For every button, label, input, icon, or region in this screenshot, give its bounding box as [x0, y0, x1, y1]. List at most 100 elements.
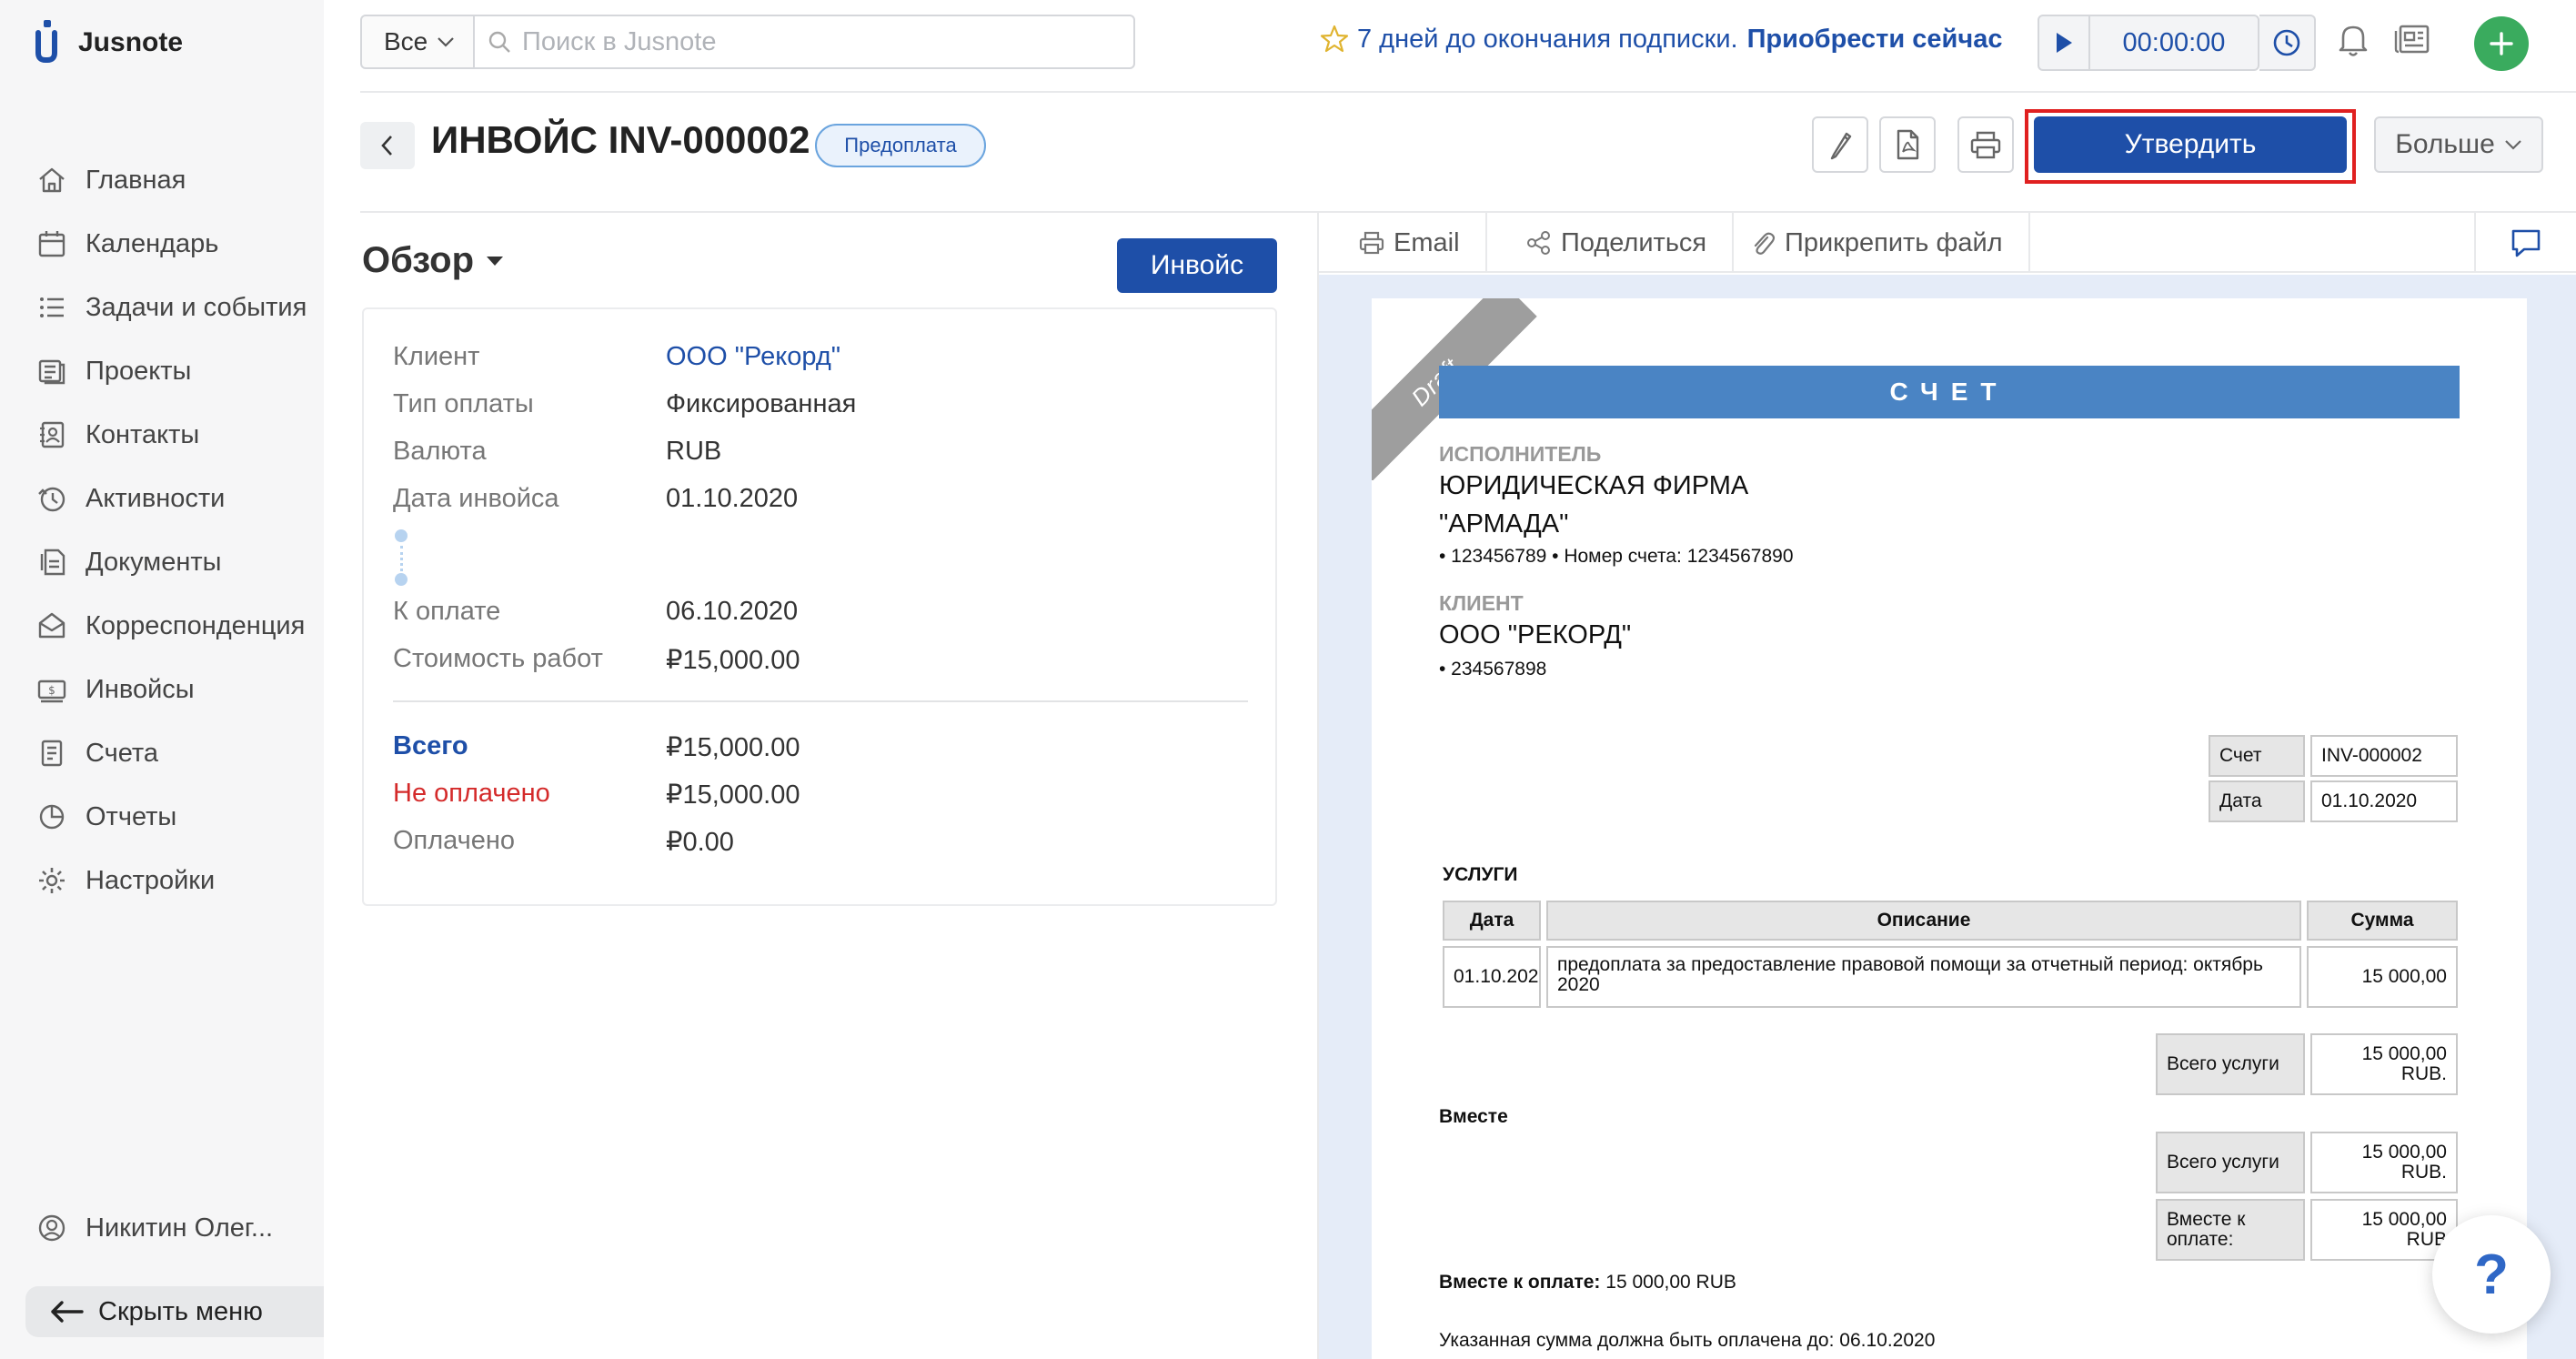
executor-name-2: "АРМАДА"	[1439, 509, 1569, 539]
services-total-value: 15 000,00 RUB.	[2310, 1033, 2458, 1095]
search-box[interactable]	[473, 15, 1135, 69]
divider	[360, 91, 2576, 93]
plus-icon	[2490, 32, 2513, 55]
meta-value: INV-000002	[2310, 735, 2458, 777]
field-value: RUB	[666, 437, 722, 466]
sidebar-item-reports[interactable]: Отчеты	[33, 791, 324, 842]
meta-label: Дата	[2209, 780, 2305, 822]
more-button[interactable]: Больше	[2374, 116, 2543, 173]
sidebar-item-home[interactable]: Главная	[33, 155, 324, 206]
field-value: 06.10.2020	[666, 597, 799, 626]
client-link[interactable]: ООО "Рекорд"	[666, 342, 840, 372]
client-label: КЛИЕНТ	[1439, 591, 1524, 615]
field-label: К оплате	[393, 597, 501, 626]
invoices-icon: $	[33, 670, 71, 709]
subscription-notice: 7 дней до окончания подписки. Приобрести…	[1319, 24, 2002, 55]
search-icon	[488, 31, 510, 53]
executor-label: ИСПОЛНИТЕЛЬ	[1439, 442, 1602, 466]
sidebar-item-calendar[interactable]: Календарь	[33, 218, 324, 269]
hide-menu-button[interactable]: Скрыть меню	[25, 1286, 324, 1337]
sidebar-item-settings[interactable]: Настройки	[33, 855, 324, 906]
chevron-left-icon	[381, 136, 392, 156]
sidebar-item-activity[interactable]: Активности	[33, 473, 324, 524]
sidebar-item-label: Документы	[86, 547, 222, 577]
bills-icon	[33, 734, 71, 772]
search-input[interactable]	[522, 26, 1104, 57]
calendar-icon	[33, 225, 71, 263]
sidebar-item-label: Корреспонденция	[86, 610, 306, 640]
approve-button[interactable]: Утвердить	[2034, 116, 2347, 173]
sidebar-item-label: Инвойсы	[86, 674, 195, 704]
table-cell-amount: 15 000,00	[2307, 946, 2458, 1008]
overview-title: Обзор	[362, 240, 475, 280]
table-cell-date: 01.10.2020	[1443, 946, 1541, 1008]
paid-label: Оплачено	[393, 826, 516, 855]
printer-icon	[1359, 231, 1384, 255]
email-tab[interactable]: Email	[1333, 213, 1487, 273]
table-header: Сумма	[2307, 901, 2458, 941]
share-tab[interactable]: Поделиться	[1501, 213, 1735, 273]
field-label: Тип оплаты	[393, 389, 534, 418]
help-button[interactable]: ?	[2432, 1215, 2551, 1334]
overview-dropdown[interactable]: Обзор	[362, 240, 505, 281]
play-icon	[2057, 33, 2072, 53]
more-label: Больше	[2395, 129, 2495, 159]
sidebar-item-invoices[interactable]: $ Инвойсы	[33, 664, 324, 715]
buy-now-link[interactable]: Приобрести сейчас	[1747, 25, 2003, 55]
sidebar-item-documents[interactable]: Документы	[33, 537, 324, 588]
app-logo[interactable]: Jusnote	[35, 20, 183, 65]
arrow-left-icon	[51, 1301, 84, 1323]
status-badge: Предоплата	[815, 124, 986, 167]
sidebar-item-projects[interactable]: Проекты	[33, 346, 324, 397]
sidebar-item-label: Настройки	[86, 865, 216, 895]
timer-history-button[interactable]	[2259, 15, 2316, 71]
services-label: УСЛУГИ	[1443, 864, 1518, 885]
comments-button[interactable]	[2474, 213, 2576, 273]
back-button[interactable]	[360, 122, 415, 169]
export-pdf-button[interactable]	[1879, 116, 1936, 173]
document-heading: СЧЕТ	[1439, 366, 2460, 418]
paid-value: ₽0.00	[666, 828, 734, 857]
subscription-text: 7 дней до окончания подписки.	[1357, 24, 1738, 54]
attach-file-tab[interactable]: Прикрепить файл	[1725, 213, 2030, 273]
unpaid-value: ₽15,000.00	[666, 780, 800, 810]
tab-label: Поделиться	[1561, 227, 1707, 257]
tab-label: Прикрепить файл	[1785, 227, 2003, 257]
sidebar-item-tasks[interactable]: Задачи и события	[33, 282, 324, 333]
executor-name: ЮРИДИЧЕСКАЯ ФИРМА	[1439, 471, 1749, 500]
table-cell-description: предоплата за предоставление правовой по…	[1546, 946, 2301, 1008]
field-label: Валюта	[393, 437, 487, 466]
jusnote-logo-icon	[35, 20, 57, 63]
news-button[interactable]	[2392, 18, 2434, 60]
sidebar-item-bills[interactable]: Счета	[33, 728, 324, 779]
services-total-label: Всего услуги	[2156, 1033, 2305, 1095]
comment-icon	[2511, 229, 2541, 257]
notifications-button[interactable]	[2332, 18, 2374, 60]
timeline-line	[400, 546, 403, 571]
invoice-button[interactable]: Инвойс	[1117, 238, 1277, 293]
edit-button[interactable]	[1812, 116, 1868, 173]
timeline-dot	[395, 529, 408, 542]
pdf-icon	[1897, 129, 1919, 160]
sidebar-item-label: Проекты	[86, 356, 192, 386]
sidebar-item-contacts[interactable]: Контакты	[33, 409, 324, 460]
bell-icon	[2339, 25, 2368, 56]
printer-icon	[1970, 131, 2001, 159]
field-label: Стоимость работ	[393, 644, 603, 673]
sidebar-item-correspondence[interactable]: Корреспонденция	[33, 600, 324, 651]
print-button[interactable]	[1957, 116, 2014, 173]
history-clock-icon	[2273, 29, 2300, 56]
paperclip-icon	[1754, 232, 1776, 255]
add-button[interactable]	[2474, 16, 2529, 71]
due-line: Вместе к оплате: 15 000,00 RUB	[1439, 1272, 1736, 1294]
search-scope-select[interactable]: Все	[360, 15, 475, 69]
client-details: • 234567898	[1439, 659, 1547, 680]
field-value: 01.10.2020	[666, 484, 799, 513]
settings-icon	[33, 861, 71, 900]
reports-icon	[33, 798, 71, 836]
sidebar-item-label: Главная	[86, 165, 186, 195]
executor-details: • 123456789 • Номер счета: 1234567890	[1439, 546, 1794, 567]
sidebar-item-label: Задачи и события	[86, 292, 307, 322]
user-profile[interactable]: Никитин Олег...	[33, 1203, 324, 1253]
timer-play-button[interactable]	[2039, 16, 2090, 69]
